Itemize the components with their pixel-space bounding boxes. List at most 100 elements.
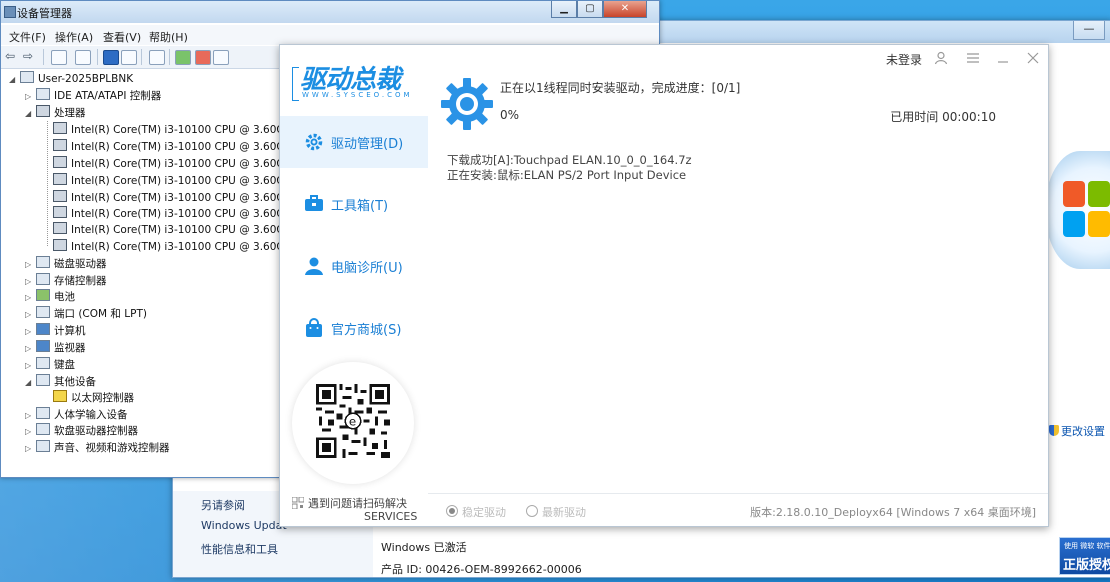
tree-disk[interactable]: ▷ 磁盘驱动器 [25, 256, 107, 272]
tree-cpu[interactable]: Intel(R) Core(TM) i3-10100 CPU @ 3.60GHz [53, 139, 298, 155]
print-icon[interactable] [75, 50, 91, 65]
tree-cpu[interactable]: Intel(R) Core(TM) i3-10100 CPU @ 3.60GHz [53, 122, 298, 138]
log-line: 下载成功[A]:Touchpad ELAN.10_0_0_164.7z [447, 153, 692, 167]
radio-stable-driver[interactable]: 稳定驱动 [446, 504, 506, 520]
scan-help-text: 遇到问题请扫码解决 [308, 497, 407, 510]
maximize-button[interactable]: ▢ [577, 1, 603, 18]
tree-monitor[interactable]: ▷ 监视器 [25, 340, 86, 356]
radio-dot [446, 505, 458, 517]
menu-file[interactable]: 文件(F) [9, 29, 46, 45]
see-also-label: 另请参阅 [201, 499, 245, 512]
forward-icon[interactable]: ⇨ [23, 50, 37, 63]
enable-device-icon[interactable] [213, 50, 229, 65]
tree-computer[interactable]: ▷ 计算机 [25, 323, 86, 339]
tree-keyboard[interactable]: ▷ 键盘 [25, 357, 75, 373]
genuine-small-text: 使用 微软 软件 [1064, 542, 1110, 550]
computer-icon [36, 323, 50, 335]
tree-battery[interactable]: ▷ 电池 [25, 289, 75, 305]
close-button[interactable]: ✕ [603, 1, 647, 18]
nav-toolbox[interactable]: 工具箱(T) [280, 178, 428, 230]
tree-cpu[interactable]: Intel(R) Core(TM) i3-10100 CPU @ 3.60GHz [53, 190, 298, 206]
tree-processors[interactable]: ◢ 处理器 [25, 105, 86, 121]
update-driver-icon[interactable] [175, 50, 191, 65]
tree-cpu[interactable]: Intel(R) Core(TM) i3-10100 CPU @ 3.60GHz [53, 206, 298, 222]
performance-tools-link[interactable]: 性能信息和工具 [201, 541, 278, 557]
change-settings-link[interactable]: 更改设置 [1049, 423, 1105, 439]
nav-label: 工具箱(T) [331, 199, 389, 214]
tree-floppy[interactable]: ▷ 软盘驱动器控制器 [25, 423, 138, 439]
tree-ports[interactable]: ▷ 端口 (COM 和 LPT) [25, 306, 147, 322]
tree-hid[interactable]: ▷ 人体学输入设备 [25, 407, 128, 423]
tree-cpu[interactable]: Intel(R) Core(TM) i3-10100 CPU @ 3.60GHz [53, 173, 298, 189]
menu-icon[interactable] [966, 51, 980, 65]
shield-icon [1049, 425, 1059, 436]
activation-status: Windows 已激活 [381, 541, 467, 554]
menu-action[interactable]: 操作(A) [55, 29, 93, 45]
svg-text:e: e [349, 414, 356, 428]
tree-other[interactable]: ◢ 其他设备 [25, 374, 96, 390]
nav-official-store[interactable]: 官方商城(S) [280, 302, 428, 354]
product-id: 产品 ID: 00426-OEM-8992662-00006 [381, 563, 582, 576]
minimize-button[interactable]: ▁ [551, 1, 577, 18]
tree-ide[interactable]: ▷ IDE ATA/ATAPI 控制器 [25, 88, 161, 104]
gear-icon [441, 78, 493, 130]
monitor-icon [36, 340, 50, 352]
computer-icon [20, 71, 34, 83]
app-sidebar: 驱动总裁 WWW.SYSCEO.COM 驱动管理(D) 工具箱(T) 电脑诊所(… [280, 45, 428, 526]
menu-view[interactable]: 查看(V) [103, 29, 141, 45]
qr-code[interactable]: e [316, 384, 390, 458]
device-manager-icon [4, 6, 16, 18]
uninstall-icon[interactable] [195, 50, 211, 65]
radio-latest-driver[interactable]: 最新驱动 [526, 504, 586, 520]
scan-help[interactable]: 遇到问题请扫码解决 SERVICES [292, 495, 422, 525]
help-icon[interactable] [103, 50, 119, 65]
nav-label: 电脑诊所(U) [331, 261, 403, 276]
cpu-icon [53, 239, 67, 251]
tree-ethernet[interactable]: 以太网控制器 [53, 390, 134, 406]
nav-pc-clinic[interactable]: 电脑诊所(U) [280, 240, 428, 292]
progress-percent: 0% [500, 108, 520, 122]
tree-root[interactable]: ◢ User-2025BPLBNK [9, 71, 133, 87]
tree-cpu[interactable]: Intel(R) Core(TM) i3-10100 CPU @ 3.60GHz [53, 239, 298, 255]
back-icon[interactable]: ⇦ [5, 50, 19, 63]
tree-sound[interactable]: ▷ 声音、视频和游戏控制器 [25, 440, 170, 456]
speaker-icon [36, 440, 50, 452]
floppy-icon [36, 423, 50, 435]
processor-icon [36, 105, 50, 117]
storage-icon [36, 273, 50, 285]
battery-icon [36, 289, 50, 301]
tree-cpu[interactable]: Intel(R) Core(TM) i3-10100 CPU @ 3.60GHz [53, 222, 298, 238]
scan-hardware-icon[interactable] [149, 50, 165, 65]
genuine-badge[interactable]: 使用 微软 软件 正版授权 [1059, 537, 1110, 575]
device-manager-titlebar[interactable]: 设备管理器 ▁ ▢ ✕ [1, 1, 659, 23]
cpu-icon [53, 190, 67, 202]
cpu-icon [53, 173, 67, 185]
hid-icon [36, 407, 50, 419]
tree-cpu[interactable]: Intel(R) Core(TM) i3-10100 CPU @ 3.60GHz [53, 156, 298, 172]
driver-app-window: 驱动总裁 WWW.SYSCEO.COM 驱动管理(D) 工具箱(T) 电脑诊所(… [279, 44, 1049, 527]
app-logo: 驱动总裁 WWW.SYSCEO.COM [292, 59, 424, 105]
nav-driver-management[interactable]: 驱动管理(D) [280, 116, 428, 168]
port-icon [36, 306, 50, 318]
view-icon[interactable] [121, 50, 137, 65]
properties-icon[interactable] [51, 50, 67, 65]
log-line: 正在安装:鼠标:ELAN PS/2 Port Input Device [447, 168, 687, 182]
genuine-big-text: 正版授权 [1063, 558, 1110, 573]
qr-small-icon [292, 497, 304, 509]
shopping-bag-icon [306, 318, 322, 337]
toolbox-icon [305, 195, 323, 211]
minimize-icon[interactable] [996, 51, 1010, 65]
version-text: 版本:2.18.0.10_Deployx64 [Windows 7 x64 桌面… [750, 506, 1036, 519]
radio-dot [526, 505, 538, 517]
windows-update-link[interactable]: Windows Updat [201, 519, 287, 532]
close-icon[interactable] [1026, 51, 1040, 65]
user-icon[interactable] [934, 51, 948, 65]
menu-help[interactable]: 帮助(H) [149, 29, 188, 45]
tree-storage[interactable]: ▷ 存储控制器 [25, 273, 107, 289]
system-minimize-button[interactable]: — [1073, 21, 1105, 40]
login-status[interactable]: 未登录 [886, 51, 922, 68]
nav-label: 官方商城(S) [331, 323, 402, 338]
windows-flag-icon [1063, 181, 1110, 241]
cpu-icon [53, 122, 67, 134]
warning-icon [53, 390, 67, 402]
